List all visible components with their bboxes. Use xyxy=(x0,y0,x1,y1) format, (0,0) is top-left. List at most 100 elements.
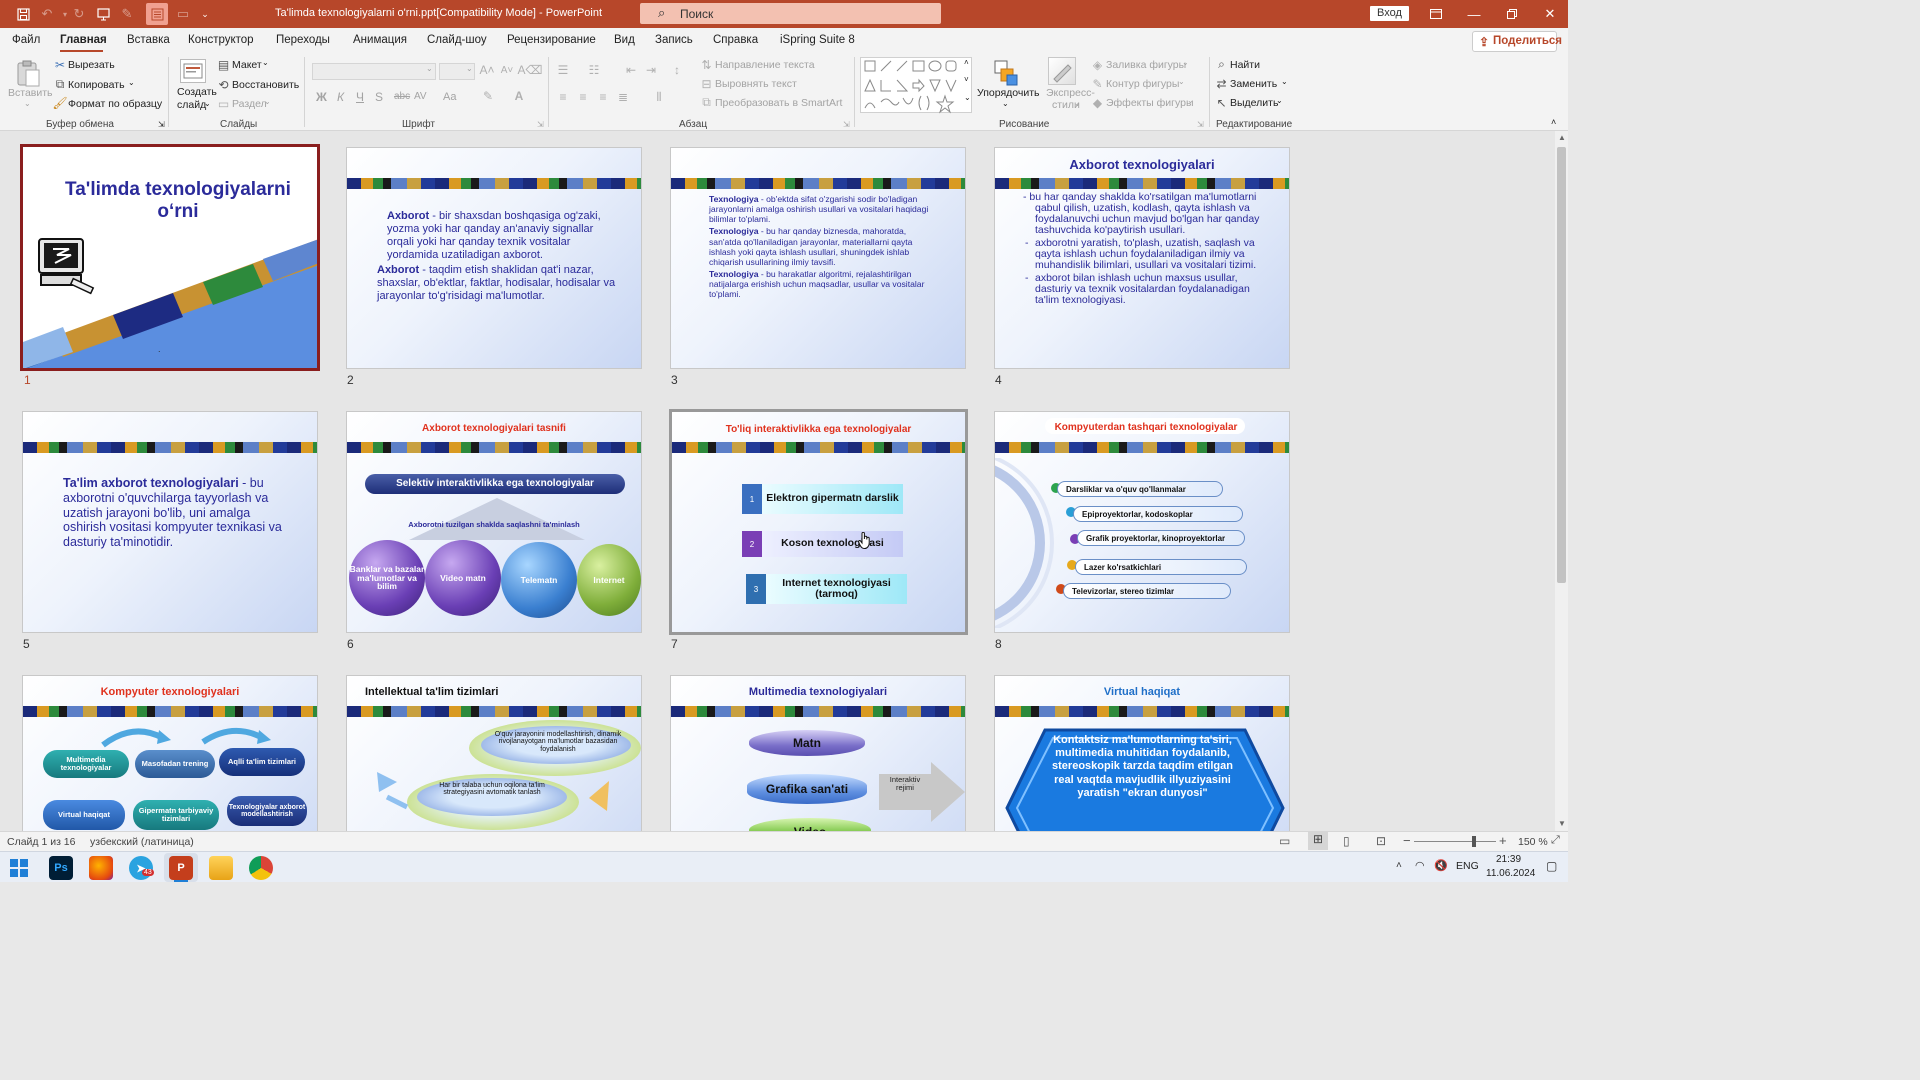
layout-dropdown-icon[interactable]: ⌄ xyxy=(262,58,269,67)
tab-slideshow[interactable]: Слайд-шоу xyxy=(427,34,487,46)
shapes-more-icon[interactable]: ⌄ xyxy=(964,93,971,102)
align-text-button[interactable]: Выровнять текст xyxy=(715,78,797,90)
format-painter-button[interactable]: Формат по образцу xyxy=(68,98,162,110)
increase-font-icon[interactable]: A˄ xyxy=(480,63,495,77)
quick-styles-label[interactable]: Экспресс- xyxy=(1046,87,1095,99)
language-indicator[interactable]: узбекский (латиница) xyxy=(90,836,194,848)
tab-view[interactable]: Вид xyxy=(614,34,635,46)
cut-button[interactable]: Вырезать xyxy=(68,59,115,71)
arrange-dropdown-icon[interactable]: ⌄ xyxy=(1002,99,1009,108)
chrome-app-icon[interactable] xyxy=(249,856,273,880)
slide-thumbnail-11[interactable]: Multimedia texnologiyalari Matn Grafika … xyxy=(670,675,966,831)
strikethrough-button[interactable]: abc xyxy=(394,91,410,102)
shape-effects-dropdown-icon[interactable]: ⌄ xyxy=(1187,96,1194,105)
convert-smartart-button[interactable]: Преобразовать в SmartArt xyxy=(715,97,842,109)
normal-view-icon[interactable] xyxy=(146,3,168,25)
paste-icon[interactable] xyxy=(13,59,43,89)
powerpoint-app-icon[interactable]: P xyxy=(169,856,193,880)
shape-fill-button[interactable]: Заливка фигуры xyxy=(1106,59,1186,71)
text-direction-button[interactable]: Направление текста xyxy=(715,59,815,71)
align-left-icon[interactable]: ≡ xyxy=(555,90,571,104)
arrange-button[interactable]: Упорядочить xyxy=(977,87,1039,99)
shadow-button[interactable]: S xyxy=(375,90,383,104)
tab-ispring[interactable]: iSpring Suite 8 xyxy=(780,34,855,46)
clear-formatting-icon[interactable]: A⌫ xyxy=(518,63,543,77)
italic-button[interactable]: К xyxy=(337,90,344,104)
quick-styles-dropdown-icon[interactable]: ⌄ xyxy=(1074,99,1081,108)
slide-sorter-view-icon[interactable]: ⊞ xyxy=(1308,832,1328,850)
select-dropdown-icon[interactable]: ⌄ xyxy=(1276,96,1283,105)
tab-review[interactable]: Рецензирование xyxy=(507,34,596,46)
undo-icon[interactable]: ↶ xyxy=(38,5,56,23)
windows-start-icon[interactable] xyxy=(10,859,28,877)
customize-toolbar-icon[interactable]: ⌄ xyxy=(196,5,214,23)
outline-view-icon[interactable]: ▭ xyxy=(174,5,192,23)
slide-thumbnail-5[interactable]: Ta'lim axborot texnologiyalari - bu axbo… xyxy=(22,411,318,633)
notifications-icon[interactable]: ▢ xyxy=(1546,859,1557,873)
highlight-color-icon[interactable]: ✎ xyxy=(480,89,496,103)
slide-thumbnail-6[interactable]: Axborot texnologiyalari tasnifi Selektiv… xyxy=(346,411,642,633)
firefox-app-icon[interactable] xyxy=(89,856,113,880)
search-input[interactable]: ⌕ Поиск xyxy=(640,3,941,24)
new-slide-dropdown-icon[interactable]: ⌄ xyxy=(204,99,211,108)
section-button[interactable]: Раздел xyxy=(232,98,267,110)
fit-to-window-icon[interactable]: ⤢ xyxy=(1551,834,1560,847)
copy-button[interactable]: Копировать xyxy=(68,79,125,91)
zoom-out-icon[interactable]: − xyxy=(1403,833,1411,848)
font-family-select[interactable] xyxy=(312,63,436,80)
replace-button[interactable]: Заменить xyxy=(1230,78,1277,90)
slide-thumbnail-8[interactable]: Kompyuterdan tashqari texnologiyalar Dar… xyxy=(994,411,1290,633)
tab-design[interactable]: Конструктор xyxy=(188,34,254,46)
scrollbar-thumb[interactable] xyxy=(1557,147,1566,583)
char-spacing-button[interactable]: AV xyxy=(414,91,427,102)
normal-view-button-icon[interactable]: ▭ xyxy=(1279,834,1290,848)
clock-date[interactable]: 11.06.2024 xyxy=(1486,868,1535,879)
slide-thumbnail-2[interactable]: Axborot - bir shaxsdan boshqasiga og'zak… xyxy=(346,147,642,369)
clipboard-launcher-icon[interactable]: ⇲ xyxy=(158,120,165,129)
new-slide-label[interactable]: Создать xyxy=(177,86,217,98)
copy-dropdown-icon[interactable]: ⌄ xyxy=(128,78,135,87)
new-slide-icon[interactable] xyxy=(180,59,206,83)
tab-transitions[interactable]: Переходы xyxy=(276,34,330,46)
change-case-button[interactable]: Aa xyxy=(443,91,456,103)
volume-muted-icon[interactable]: 🔇 xyxy=(1434,859,1448,872)
zoom-level[interactable]: 150 % xyxy=(1518,836,1548,848)
shapes-scroll-up-icon[interactable]: ˄ xyxy=(964,58,969,67)
align-center-icon[interactable]: ≡ xyxy=(575,90,591,104)
decrease-indent-icon[interactable]: ⇤ xyxy=(623,63,639,77)
reset-button[interactable]: Восстановить xyxy=(232,79,299,91)
bullets-icon[interactable]: ☰ xyxy=(555,63,571,77)
new-slide-label-2[interactable]: слайд xyxy=(177,99,206,111)
paste-dropdown-icon[interactable]: ⌄ xyxy=(24,99,31,108)
paragraph-launcher-icon[interactable]: ⇲ xyxy=(843,120,850,129)
underline-button[interactable]: Ч xyxy=(356,90,364,104)
shapes-scroll-down-icon[interactable]: ˅ xyxy=(964,75,969,84)
align-right-icon[interactable]: ≡ xyxy=(595,90,611,104)
close-icon[interactable]: ✕ xyxy=(1531,0,1569,28)
columns-icon[interactable]: ⫴ xyxy=(650,90,668,104)
paste-button[interactable]: Вставить xyxy=(8,87,53,99)
signin-button[interactable]: Вход xyxy=(1370,6,1409,21)
slide-thumbnail-10[interactable]: Intellektual ta'lim tizimlari O'quv jara… xyxy=(346,675,642,831)
scroll-down-icon[interactable]: ▼ xyxy=(1558,819,1566,828)
tab-record[interactable]: Запись xyxy=(655,34,693,46)
shape-fill-dropdown-icon[interactable]: ⌄ xyxy=(1182,58,1189,67)
select-button[interactable]: Выделить xyxy=(1230,97,1278,109)
increase-indent-icon[interactable]: ⇥ xyxy=(643,63,659,77)
font-launcher-icon[interactable]: ⇲ xyxy=(537,120,544,129)
section-dropdown-icon[interactable]: ⌄ xyxy=(264,97,271,106)
collapse-ribbon-icon[interactable]: ˄ xyxy=(1551,117,1556,127)
tab-home[interactable]: Главная xyxy=(60,34,107,46)
file-explorer-app-icon[interactable] xyxy=(209,856,233,880)
ribbon-display-options-icon[interactable] xyxy=(1417,0,1455,28)
justify-icon[interactable]: ≣ xyxy=(615,90,631,104)
wifi-icon[interactable]: ◠ xyxy=(1415,859,1425,872)
share-button[interactable]: ⇪ Поделиться xyxy=(1472,31,1562,52)
tab-insert[interactable]: Вставка xyxy=(127,34,170,46)
tab-help[interactable]: Справка xyxy=(713,34,758,46)
slide-thumbnail-3[interactable]: Texnologiya - ob'ektda sifat o'zgarishi … xyxy=(670,147,966,369)
save-icon[interactable] xyxy=(14,5,32,23)
bold-button[interactable]: Ж xyxy=(316,90,327,104)
layout-button[interactable]: Макет xyxy=(232,59,262,71)
find-button[interactable]: Найти xyxy=(1230,59,1260,71)
